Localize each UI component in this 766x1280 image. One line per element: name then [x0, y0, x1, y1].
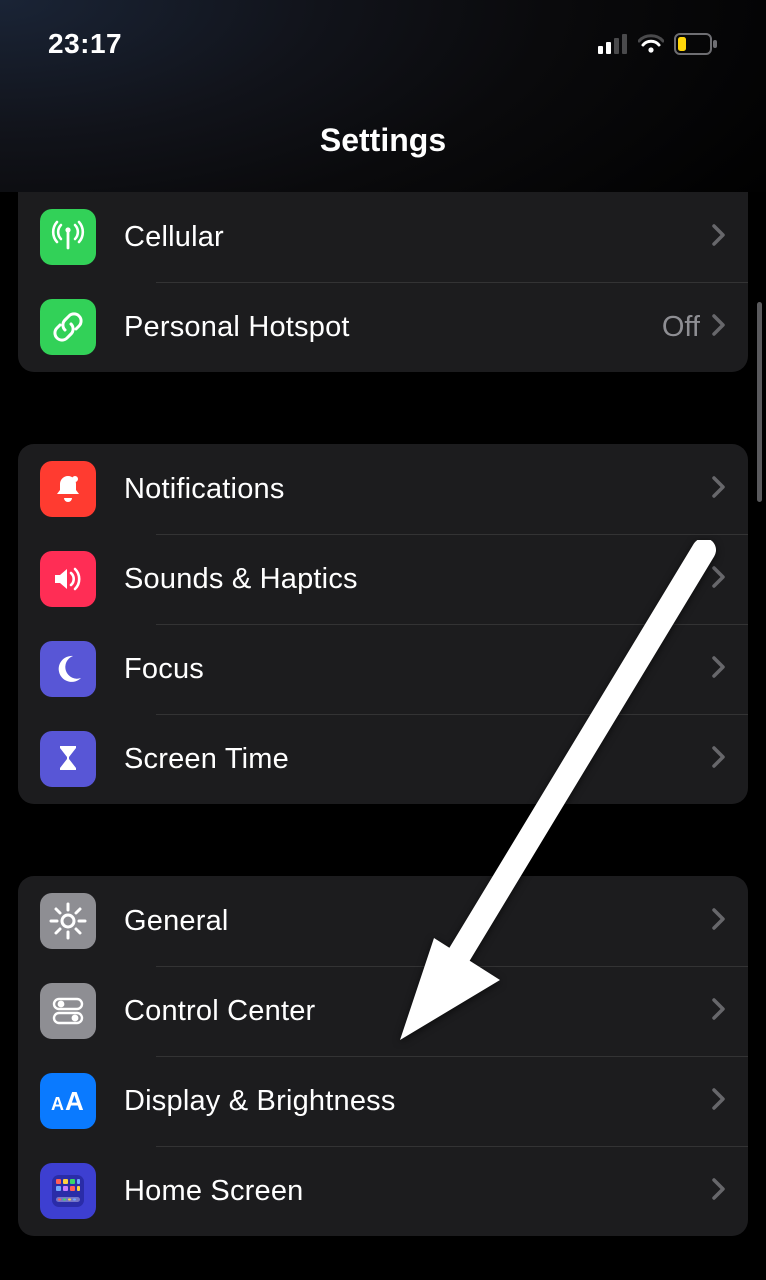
bell-icon — [40, 461, 96, 517]
row-display-brightness[interactable]: AA Display & Brightness — [18, 1056, 748, 1146]
chevron-right-icon — [710, 907, 726, 936]
row-label: Notifications — [124, 473, 710, 506]
switches-icon — [40, 983, 96, 1039]
row-cellular[interactable]: Cellular — [18, 192, 748, 282]
chevron-right-icon — [710, 223, 726, 252]
battery-icon — [674, 33, 718, 55]
settings-group: Notifications Sounds & Haptics Focus Screen… — [18, 444, 748, 804]
row-focus[interactable]: Focus — [18, 624, 748, 714]
chevron-right-icon — [710, 745, 726, 774]
chevron-right-icon — [710, 1177, 726, 1206]
row-notifications[interactable]: Notifications — [18, 444, 748, 534]
row-label: Cellular — [124, 221, 710, 254]
svg-text:A: A — [51, 1094, 64, 1114]
chevron-right-icon — [710, 475, 726, 504]
antenna-icon — [40, 209, 96, 265]
gear-icon — [40, 893, 96, 949]
settings-group: General Control Center AA Display & Brightn… — [18, 876, 748, 1236]
status-icons — [598, 33, 718, 55]
status-bar: 23:17 — [30, 0, 736, 88]
chevron-right-icon — [710, 565, 726, 594]
link-icon — [40, 299, 96, 355]
row-screen-time[interactable]: Screen Time — [18, 714, 748, 804]
chevron-right-icon — [710, 1087, 726, 1116]
row-control-center[interactable]: Control Center — [18, 966, 748, 1056]
aa-icon: AA — [40, 1073, 96, 1129]
chevron-right-icon — [710, 313, 726, 342]
chevron-right-icon — [710, 997, 726, 1026]
row-label: Control Center — [124, 995, 710, 1028]
status-time: 23:17 — [48, 28, 122, 60]
row-label: Sounds & Haptics — [124, 563, 710, 596]
cellular-signal-icon — [598, 34, 628, 54]
row-label: General — [124, 905, 710, 938]
row-label: Screen Time — [124, 743, 710, 776]
row-home-screen[interactable]: Home Screen — [18, 1146, 748, 1236]
chevron-right-icon — [710, 655, 726, 684]
speaker-icon — [40, 551, 96, 607]
row-personal-hotspot[interactable]: Personal HotspotOff — [18, 282, 748, 372]
row-value: Off — [662, 311, 700, 344]
row-general[interactable]: General — [18, 876, 748, 966]
header-area: 23:17 — [0, 0, 766, 192]
settings-content: Cellular Personal HotspotOff Notifications… — [0, 192, 766, 1236]
settings-group: Cellular Personal HotspotOff — [18, 192, 748, 372]
wifi-icon — [638, 34, 664, 54]
row-label: Home Screen — [124, 1175, 710, 1208]
scroll-indicator[interactable] — [757, 302, 762, 502]
hourglass-icon — [40, 731, 96, 787]
grid-icon — [40, 1163, 96, 1219]
row-label: Personal Hotspot — [124, 311, 662, 344]
row-label: Focus — [124, 653, 710, 686]
row-label: Display & Brightness — [124, 1085, 710, 1118]
svg-text:A: A — [65, 1086, 84, 1116]
moon-icon — [40, 641, 96, 697]
row-sounds-haptics[interactable]: Sounds & Haptics — [18, 534, 748, 624]
page-title: Settings — [320, 122, 446, 159]
